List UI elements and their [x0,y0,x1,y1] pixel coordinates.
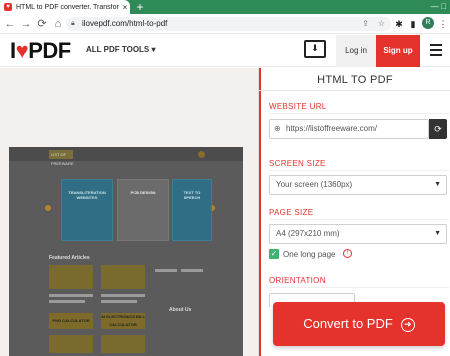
website-preview[interactable]: LIST OF FREEWARE TRANSLITERATION WEBSITE… [9,147,243,356]
one-long-page-label[interactable]: One long page [283,250,336,259]
chevron-down-icon: ▼ [434,230,441,237]
chevron-down-icon: ▼ [434,181,441,188]
preview-site-logo: LIST OF FREEWARE [49,150,74,166]
info-icon[interactable]: ! [343,249,352,258]
preview-site-header: LIST OF FREEWARE [9,147,243,166]
panel-accent-bar [259,68,261,356]
preview-card-caption: PCB DESIGN [130,190,156,195]
login-button[interactable]: Log in [336,35,376,67]
reload-icon[interactable]: ⟳ [34,14,50,34]
logo-pdf-text: PDF [28,38,71,63]
preview-card-pcb: PCB DESIGN [117,179,169,241]
globe-icon: ⊕ [274,124,281,133]
extensions-icon[interactable]: ✱ [392,14,406,34]
one-long-page-checkbox[interactable]: ✓ [269,249,279,259]
preview-text-line [181,269,203,272]
preview-prev-arrow-icon [45,205,51,211]
settings-panel: HTML TO PDF WEBSITE URL ⊕ https://listof… [258,68,450,356]
preview-canvas: LIST OF FREEWARE TRANSLITERATION WEBSITE… [0,68,258,356]
preview-text-line [49,300,85,303]
page-size-label: PAGE SIZE [269,208,314,217]
preview-thumb [101,335,145,353]
website-url-input[interactable]: ⊕ https://listoffreeware.com/ [269,119,429,139]
section-divider [269,287,449,288]
section-divider [269,219,449,220]
preview-block-bill: AI ELECTRONICS BILL CALCULATOR [101,313,145,329]
preview-card-caption: TEXT TO SPEECH [183,190,201,200]
hamburger-menu-icon[interactable] [430,44,442,58]
section-divider [269,170,449,171]
screen-size-select[interactable]: Your screen (1360px) ▼ [269,175,447,195]
heart-icon: ♥ [15,38,29,63]
signup-button[interactable]: Sign up [376,35,420,67]
new-tab-button[interactable]: + [134,0,146,14]
window-controls[interactable]: — ⃞ [431,0,447,14]
preview-text-line [101,294,145,297]
home-icon[interactable]: ⌂ [50,14,66,34]
browser-toolbar: ← → ⟳ ⌂ 🔒︎ ilovepdf.com/html-to-pdf ⇪ ☆ … [0,14,450,34]
desktop-app-icon[interactable]: ⬇ [304,40,326,58]
orientation-label: ORIENTATION [269,276,326,285]
preview-featured-heading: Featured Articles [49,255,90,261]
back-icon[interactable]: ← [2,14,18,34]
website-url-value: https://listoffreeware.com/ [286,124,377,133]
more-menu-icon[interactable]: ⋮ [436,14,450,34]
site-header: I♥PDF ALL PDF TOOLS ▾ ⬇ Log in Sign up [0,35,450,67]
convert-button-label: Convert to PDF [303,316,393,331]
preview-card-caption: TRANSLITERATION WEBSITES [68,190,106,200]
panel-title: HTML TO PDF [317,74,393,86]
lock-icon[interactable]: 🔒︎ [71,17,75,31]
tab-title: HTML to PDF converter. Transfor [16,3,119,11]
address-url: ilovepdf.com/html-to-pdf [82,19,168,28]
all-pdf-tools-menu[interactable]: ALL PDF TOOLS ▾ [86,45,156,54]
address-bar[interactable]: 🔒︎ ilovepdf.com/html-to-pdf ⇪ ☆ [66,17,391,31]
preview-about-heading: About Us [169,307,192,313]
preview-card-transliteration: TRANSLITERATION WEBSITES [61,179,113,241]
browser-tab-strip: ♥ HTML to PDF converter. Transfor × + — … [0,0,450,14]
refresh-url-button[interactable]: ⟳ [429,119,447,139]
forward-icon[interactable]: → [18,14,34,34]
page-size-value: A4 (297x210 mm) [276,229,340,238]
preview-text-line [49,294,93,297]
sidebar-icon[interactable]: ▮ [406,14,420,34]
preview-dot-icon [198,151,205,158]
preview-card-tts: TEXT TO SPEECH [172,179,212,241]
section-divider [269,113,449,114]
ilovepdf-favicon: ♥ [4,3,12,11]
screen-size-value: Your screen (1360px) [276,180,353,189]
profile-avatar[interactable]: R [422,17,434,29]
preview-thumb [49,335,93,353]
share-icon[interactable]: ⇪ [362,17,369,31]
preview-block-png: PNG CALCULATOR [49,313,93,329]
preview-thumb [101,265,145,289]
browser-tab[interactable]: ♥ HTML to PDF converter. Transfor × [0,0,130,14]
page-size-select[interactable]: A4 (297x210 mm) ▼ [269,224,447,244]
bookmark-star-icon[interactable]: ☆ [378,17,385,31]
preview-text-line [101,300,137,303]
convert-to-pdf-button[interactable]: Convert to PDF ➜ [273,302,445,346]
tab-close-icon[interactable]: × [120,3,130,12]
website-url-label: WEBSITE URL [269,102,327,111]
ilovepdf-logo[interactable]: I♥PDF [10,39,71,63]
preview-thumb [49,265,93,289]
panel-divider [259,90,450,91]
arrow-right-icon: ➜ [400,317,415,332]
screen-size-label: SCREEN SIZE [269,159,326,168]
preview-text-line [155,269,177,272]
